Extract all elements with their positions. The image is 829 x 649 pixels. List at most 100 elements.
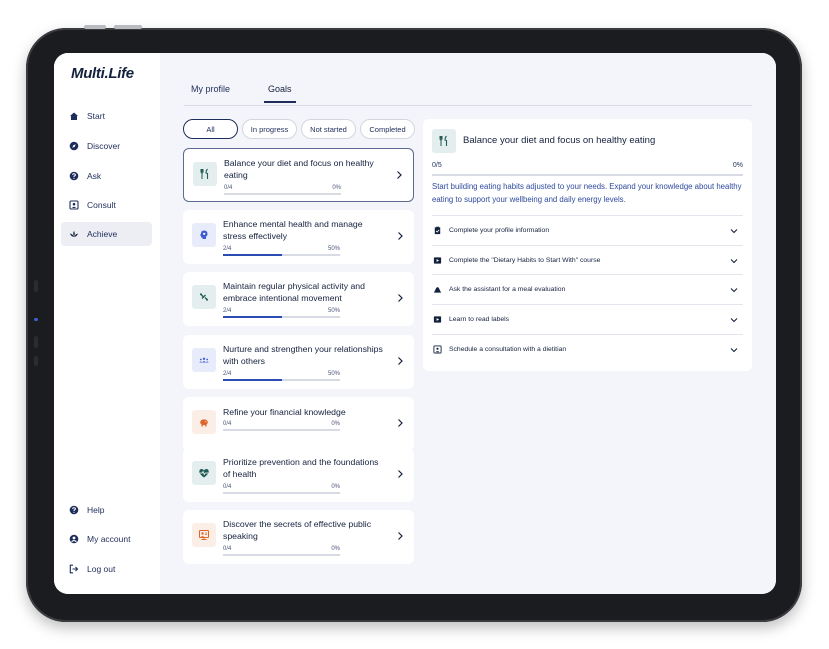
goal-title: Balance your diet and focus on healthy e… — [224, 158, 374, 180]
logout-icon — [63, 564, 85, 574]
task-item[interactable]: Learn to read labels — [432, 304, 743, 334]
fork-knife-icon — [432, 129, 456, 153]
sidebar-item-achieve[interactable]: Achieve — [61, 222, 152, 246]
chevron-down-icon[interactable] — [729, 286, 739, 294]
video-icon — [433, 316, 442, 323]
task-label: Schedule a consultation with a dietitian — [449, 346, 567, 353]
filter-all[interactable]: All — [183, 119, 238, 139]
sidebar-item-start[interactable]: Start — [61, 104, 152, 128]
goal-title: Maintain regular physical activity and e… — [223, 281, 365, 303]
goal-progress-count: 2/4 — [223, 308, 232, 314]
chevron-right-icon — [398, 294, 403, 302]
task-item[interactable]: Ask the assistant for a meal evaluation — [432, 274, 743, 304]
account-icon — [63, 534, 85, 544]
goal-progress-percent: 0% — [331, 421, 340, 427]
task-item[interactable]: Complete your profile information — [432, 215, 743, 245]
goal-detail-panel: Balance your diet and focus on healthy e… — [423, 119, 752, 371]
goal-progress-count: 0/4 — [224, 185, 233, 191]
goal-progress-count: 0/4 — [223, 484, 232, 490]
goal-progress-bar — [223, 554, 340, 556]
fork-knife-icon — [193, 162, 217, 186]
sidebar-item-help[interactable]: Help — [61, 498, 152, 522]
app-logo: Multi.Life — [71, 65, 134, 82]
sidebar-item-ask[interactable]: Ask — [61, 164, 152, 188]
activity-icon — [192, 285, 216, 309]
compass-icon — [63, 141, 85, 151]
question-icon — [63, 171, 85, 181]
goal-detail-progress-percent: 0% — [732, 162, 743, 169]
goal-progress-bar — [223, 492, 340, 494]
tablet-side-button — [34, 336, 38, 348]
goal-card[interactable]: Maintain regular physical activity and e… — [183, 272, 414, 326]
chevron-right-icon — [398, 419, 403, 427]
chevron-down-icon[interactable] — [729, 257, 739, 265]
filter-completed[interactable]: Completed — [360, 119, 415, 139]
brain-icon — [192, 223, 216, 247]
chevron-down-icon[interactable] — [729, 346, 739, 354]
tablet-top-button — [114, 25, 142, 29]
speaker-icon — [192, 523, 216, 547]
task-label: Complete your profile information — [449, 227, 550, 234]
sidebar-item-consult[interactable]: Consult — [61, 193, 152, 217]
goal-progress-percent: 0% — [332, 185, 341, 191]
help-icon — [63, 505, 85, 515]
filter-not-started[interactable]: Not started — [301, 119, 356, 139]
goal-card[interactable]: Discover the secrets of effective public… — [183, 510, 414, 564]
goal-card[interactable]: Refine your financial knowledge 0/4 0% — [183, 397, 414, 451]
people-icon — [192, 348, 216, 372]
piggy-bank-icon — [192, 410, 216, 434]
app-screen: Multi.Life Start Discover Ask Consult Ac… — [54, 53, 776, 594]
filter-in-progress[interactable]: In progress — [242, 119, 297, 139]
goal-progress-bar — [224, 193, 341, 195]
sidebar-item-my-account[interactable]: My account — [61, 527, 152, 551]
task-item[interactable]: Complete the "Dietary Habits to Start Wi… — [432, 245, 743, 275]
chevron-right-icon — [398, 232, 403, 240]
goal-card[interactable]: Enhance mental health and manage stress … — [183, 210, 414, 264]
goal-progress-percent: 50% — [327, 371, 340, 377]
goal-title: Refine your financial knowledge — [223, 407, 346, 417]
sidebar-item-log-out[interactable]: Log out — [61, 557, 152, 581]
goal-progress-count: 0/4 — [223, 421, 232, 427]
chevron-down-icon[interactable] — [729, 316, 739, 324]
assistant-icon — [433, 287, 442, 293]
sidebar-item-label: Consult — [87, 200, 116, 210]
goal-progress-count: 0/4 — [223, 546, 232, 552]
goal-progress-bar — [223, 379, 340, 381]
consult-icon — [63, 200, 85, 210]
task-item[interactable]: Schedule a consultation with a dietitian — [432, 334, 743, 364]
tab-my-profile[interactable]: My profile — [191, 84, 230, 101]
sidebar-item-label: Ask — [87, 171, 102, 181]
sidebar-item-label: My account — [87, 534, 131, 544]
task-label: Ask the assistant for a meal evaluation — [449, 286, 566, 293]
goal-progress-bar — [223, 254, 340, 256]
goal-card[interactable]: Balance your diet and focus on healthy e… — [183, 148, 414, 202]
goal-progress-percent: 0% — [331, 484, 340, 490]
chevron-right-icon — [398, 532, 403, 540]
goal-progress-bar — [223, 316, 340, 318]
sidebar-item-label: Discover — [87, 141, 121, 151]
tablet-side-button — [34, 280, 38, 292]
goal-detail-progress-bar — [432, 174, 743, 176]
tablet-top-button — [84, 25, 106, 29]
task-label: Complete the "Dietary Habits to Start Wi… — [449, 257, 601, 264]
tablet-side-button — [34, 356, 38, 366]
video-icon — [433, 257, 442, 264]
goal-progress-bar — [223, 429, 340, 431]
chevron-right-icon — [398, 470, 403, 478]
goal-card[interactable]: Prioritize prevention and the foundation… — [183, 448, 414, 502]
goal-title: Nurture and strengthen your relationship… — [223, 344, 383, 366]
sidebar-item-discover[interactable]: Discover — [61, 134, 152, 158]
sidebar-item-label: Achieve — [87, 229, 118, 239]
sidebar: Multi.Life Start Discover Ask Consult Ac… — [54, 53, 160, 594]
chevron-down-icon[interactable] — [729, 227, 739, 235]
sidebar-item-label: Help — [87, 505, 105, 515]
lotus-icon — [63, 229, 85, 239]
calendar-person-icon — [433, 345, 442, 354]
home-icon — [63, 111, 85, 121]
tab-goals[interactable]: Goals — [264, 84, 296, 103]
tab-bar: My profile Goals — [184, 80, 752, 106]
heart-pulse-icon — [192, 461, 216, 485]
goal-detail-progress-count: 0/5 — [432, 162, 442, 169]
goal-card[interactable]: Nurture and strengthen your relationship… — [183, 335, 414, 389]
tablet-side-led — [34, 318, 38, 321]
